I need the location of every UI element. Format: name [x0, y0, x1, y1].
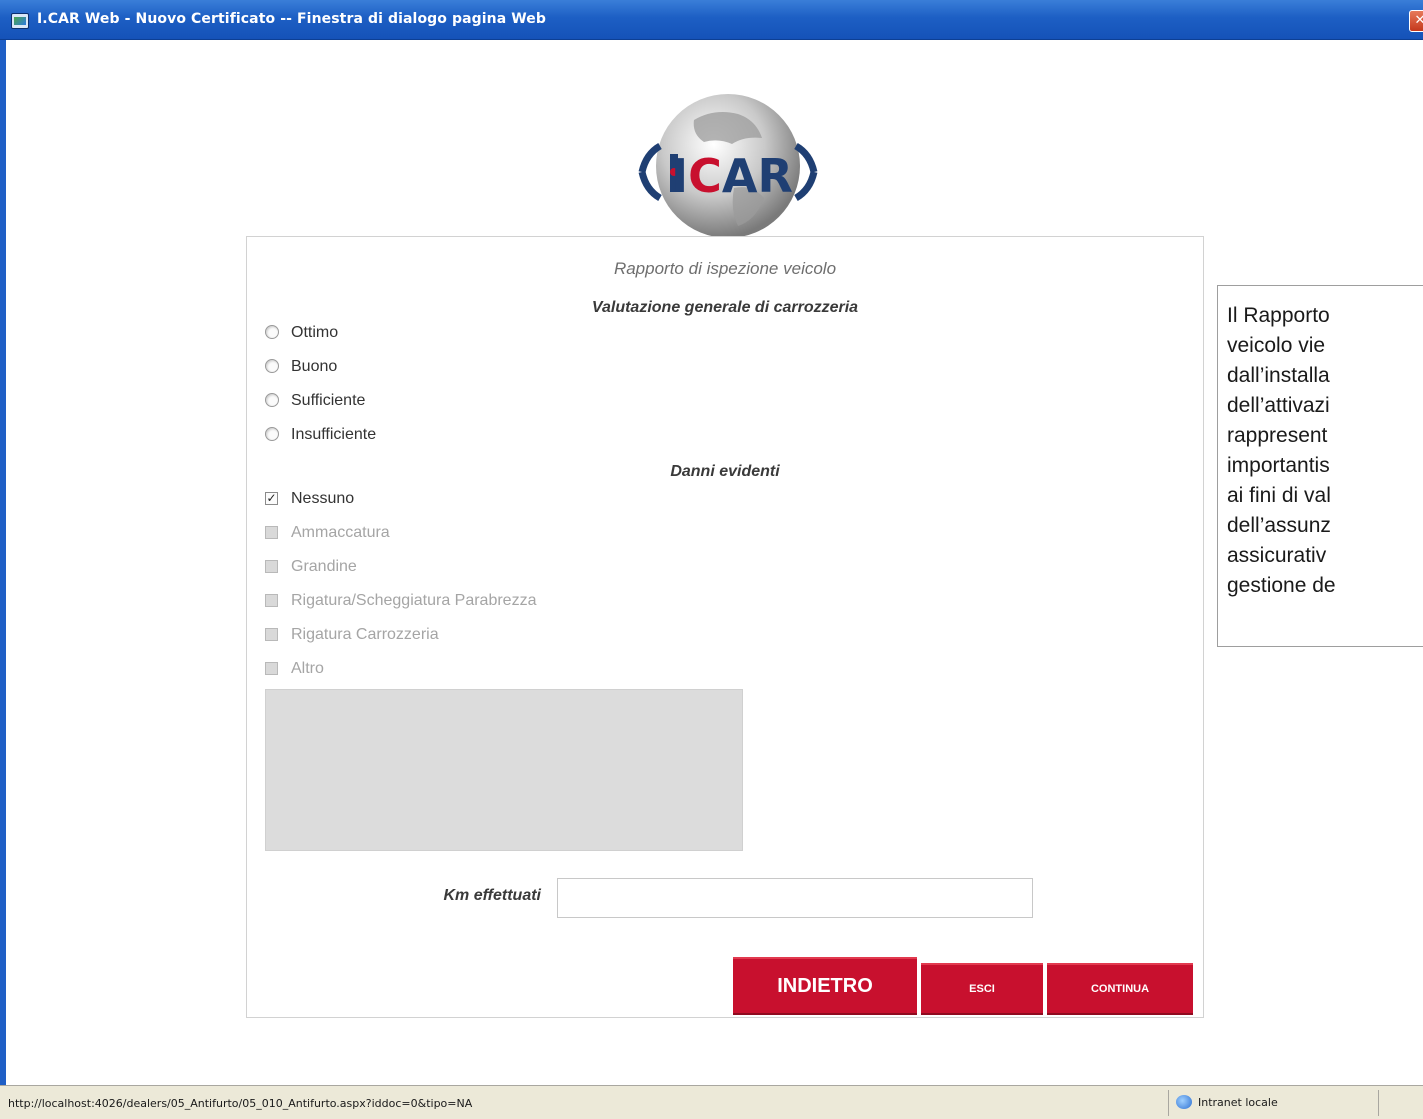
callout-line: ai fini di val — [1227, 484, 1331, 507]
icar-logo: ICAR — [638, 94, 818, 238]
security-zone-label: Intranet locale — [1198, 1096, 1278, 1109]
km-input[interactable] — [557, 878, 1033, 918]
callout-line: Il Rapporto — [1227, 304, 1330, 327]
form-title: Rapporto di ispezione veicolo — [613, 259, 837, 278]
checkbox-disabled-icon — [265, 594, 278, 607]
checkbox-label: Rigatura/Scheggiatura Parabrezza — [291, 592, 537, 609]
km-label: Km effettuati — [443, 887, 542, 904]
window-close-button[interactable]: ✕ — [1409, 10, 1423, 32]
checkbox-label: Nessuno — [291, 490, 355, 507]
continue-button[interactable]: Continua — [1047, 963, 1193, 1015]
exit-button[interactable]: Esci — [921, 963, 1043, 1015]
security-zone: Intranet locale — [1176, 1095, 1278, 1109]
damage-heading: Danni evidenti — [670, 463, 780, 480]
browser-statusbar: http://localhost:4026/dealers/05_Antifur… — [0, 1085, 1423, 1119]
window-titlebar: I.CAR Web - Nuovo Certificato -- Finestr… — [0, 0, 1423, 40]
radio-circle-icon[interactable] — [265, 325, 279, 339]
radio-circle-icon[interactable] — [265, 359, 279, 373]
radio-label: Ottimo — [291, 324, 339, 341]
radio-circle-icon[interactable] — [265, 427, 279, 441]
checkbox-disabled-icon — [265, 526, 278, 539]
checkbox-disabled-icon — [265, 662, 278, 675]
back-button[interactable]: Indietro — [733, 957, 917, 1015]
dialog-content: ICAR Rapporto di ispezione veicolo Valut… — [6, 40, 1423, 1085]
globe-icon — [1176, 1095, 1192, 1109]
callout-line: assicurativ — [1227, 544, 1327, 567]
logo-text: ICAR — [671, 149, 793, 203]
radio-label: Insufficiente — [291, 426, 377, 443]
checkbox-disabled-icon — [265, 628, 278, 641]
callout-line: dell’assunz — [1227, 514, 1331, 537]
inspection-form-panel: Rapporto di ispezione veicolo Valutazion… — [246, 236, 1204, 1018]
callout-line: importantis — [1227, 454, 1330, 477]
radio-label: Sufficiente — [291, 392, 366, 409]
checkbox-label: Altro — [291, 660, 324, 677]
checkbox-checked-icon[interactable]: ✓ — [265, 492, 278, 505]
checkbox-label: Ammaccatura — [291, 524, 390, 541]
radio-circle-icon[interactable] — [265, 393, 279, 407]
statusbar-divider — [1378, 1090, 1379, 1116]
ie-window-icon — [11, 13, 29, 29]
radio-label: Buono — [291, 358, 338, 375]
checkbox-disabled-icon — [265, 560, 278, 573]
callout-line: dall’installa — [1227, 364, 1330, 387]
window-title: I.CAR Web - Nuovo Certificato -- Finestr… — [37, 11, 547, 27]
statusbar-divider — [1168, 1090, 1169, 1116]
checkbox-label: Rigatura Carrozzeria — [291, 626, 439, 643]
callout-line: veicolo vie — [1227, 334, 1326, 357]
callout-line: dell’attivazi — [1227, 394, 1330, 417]
checkbox-label: Grandine — [291, 558, 357, 575]
evaluation-heading: Valutazione generale di carrozzeria — [591, 299, 859, 316]
callout-line: gestione de — [1227, 574, 1336, 597]
callout-line: rappresent — [1227, 424, 1328, 447]
status-url: http://localhost:4026/dealers/05_Antifur… — [8, 1097, 473, 1110]
other-damage-notes-textarea — [265, 689, 743, 851]
info-callout: Il Rapporto veicolo vie dall’installa de… — [1217, 285, 1423, 647]
